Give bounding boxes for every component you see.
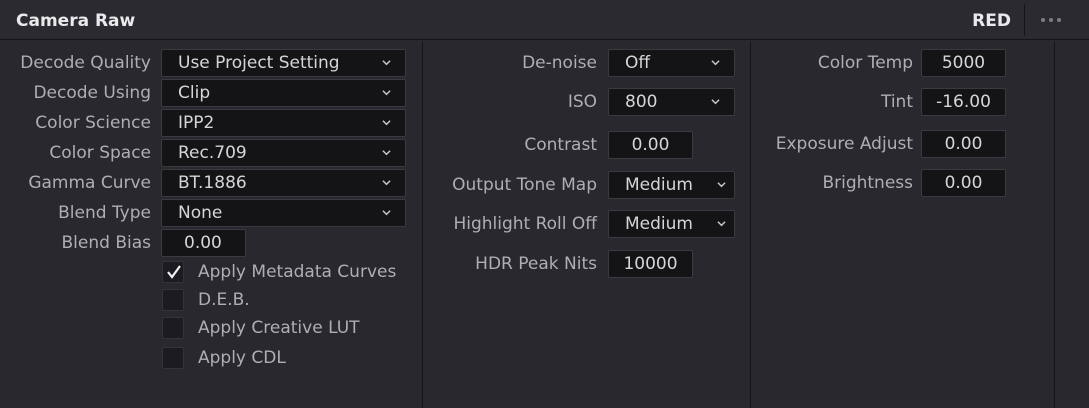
tint-value: -16.00 <box>936 92 991 112</box>
color-settings-panel: Color Temp 5000 Tint -16.00 Exposure Adj… <box>751 41 1055 408</box>
color-science-value: IPP2 <box>178 113 215 133</box>
apply-metadata-curves-checkbox[interactable] <box>162 261 184 283</box>
brightness-field[interactable]: 0.00 <box>921 169 1006 197</box>
hdr-peak-nits-field[interactable]: 10000 <box>608 250 693 278</box>
color-science-label: Color Science <box>35 113 151 133</box>
chevron-down-icon <box>382 210 391 216</box>
color-temp-field[interactable]: 5000 <box>921 49 1006 77</box>
color-space-dropdown[interactable]: Rec.709 <box>161 139 406 167</box>
decode-quality-dropdown[interactable]: Use Project Setting <box>161 49 406 77</box>
blend-type-label: Blend Type <box>58 203 151 223</box>
chevron-down-icon <box>382 120 391 126</box>
gamma-curve-value: BT.1886 <box>178 173 247 193</box>
chevron-down-icon <box>717 182 726 188</box>
gamma-curve-label: Gamma Curve <box>28 173 151 193</box>
iso-label: ISO <box>567 92 597 112</box>
contrast-value: 0.00 <box>631 135 670 155</box>
iso-value: 800 <box>625 92 658 112</box>
apply-creative-lut-label: Apply Creative LUT <box>198 318 360 338</box>
highlight-roll-off-dropdown[interactable]: Medium <box>608 210 735 238</box>
chevron-down-icon <box>382 180 391 186</box>
brightness-label: Brightness <box>822 173 913 193</box>
panel-title: Camera Raw <box>16 11 136 31</box>
checkmark-icon <box>167 265 181 279</box>
exposure-adjust-label: Exposure Adjust <box>775 134 913 154</box>
color-space-value: Rec.709 <box>178 143 247 163</box>
chevron-down-icon <box>382 90 391 96</box>
decode-quality-label: Decode Quality <box>20 53 151 73</box>
chevron-down-icon <box>711 60 720 66</box>
deb-label: D.E.B. <box>198 290 250 310</box>
image-settings-panel: De-noise Off ISO 800 Contrast 0.00 Outpu… <box>423 41 751 408</box>
highlight-roll-off-value: Medium <box>625 214 693 234</box>
chevron-down-icon <box>382 150 391 156</box>
iso-dropdown[interactable]: 800 <box>608 88 735 116</box>
exposure-adjust-value: 0.00 <box>944 134 983 154</box>
hdr-peak-nits-label: HDR Peak Nits <box>475 254 597 274</box>
highlight-roll-off-label: Highlight Roll Off <box>453 214 597 234</box>
deb-checkbox[interactable] <box>162 289 184 311</box>
decode-using-dropdown[interactable]: Clip <box>161 79 406 107</box>
output-tone-map-dropdown[interactable]: Medium <box>608 171 735 199</box>
denoise-value: Off <box>625 53 651 73</box>
denoise-label: De-noise <box>522 53 597 73</box>
output-tone-map-value: Medium <box>625 175 693 195</box>
tint-field[interactable]: -16.00 <box>921 88 1006 116</box>
decode-settings-panel: Decode Quality Use Project Setting Decod… <box>0 41 423 408</box>
scroll-gutter <box>1055 41 1089 408</box>
color-temp-label: Color Temp <box>817 53 913 73</box>
more-options-icon[interactable] <box>1026 0 1076 40</box>
color-temp-value: 5000 <box>941 53 986 73</box>
apply-metadata-curves-label: Apply Metadata Curves <box>198 262 397 282</box>
chevron-down-icon <box>711 99 720 105</box>
color-science-dropdown[interactable]: IPP2 <box>161 109 406 137</box>
decode-using-label: Decode Using <box>33 83 151 103</box>
chevron-down-icon <box>382 60 391 66</box>
exposure-adjust-field[interactable]: 0.00 <box>921 130 1006 158</box>
panel-header: Camera Raw RED <box>0 0 1089 40</box>
apply-creative-lut-checkbox[interactable] <box>162 317 184 339</box>
color-space-label: Color Space <box>49 143 151 163</box>
decode-quality-value: Use Project Setting <box>178 53 340 73</box>
tint-label: Tint <box>880 92 913 112</box>
denoise-dropdown[interactable]: Off <box>608 49 735 77</box>
contrast-field[interactable]: 0.00 <box>608 131 693 159</box>
blend-bias-value: 0.00 <box>184 233 222 253</box>
contrast-label: Contrast <box>524 135 597 155</box>
blend-bias-label: Blend Bias <box>61 233 151 253</box>
header-divider <box>1024 4 1025 36</box>
hdr-peak-nits-value: 10000 <box>623 254 678 274</box>
output-tone-map-label: Output Tone Map <box>452 175 597 195</box>
camera-format-badge: RED <box>972 11 1011 31</box>
gamma-curve-dropdown[interactable]: BT.1886 <box>161 169 406 197</box>
blend-type-value: None <box>178 203 223 223</box>
decode-using-value: Clip <box>178 83 211 103</box>
blend-bias-field[interactable]: 0.00 <box>161 229 246 257</box>
blend-type-dropdown[interactable]: None <box>161 199 406 227</box>
brightness-value: 0.00 <box>944 173 983 193</box>
apply-cdl-checkbox[interactable] <box>162 347 184 369</box>
apply-cdl-label: Apply CDL <box>198 348 286 368</box>
chevron-down-icon <box>717 221 726 227</box>
